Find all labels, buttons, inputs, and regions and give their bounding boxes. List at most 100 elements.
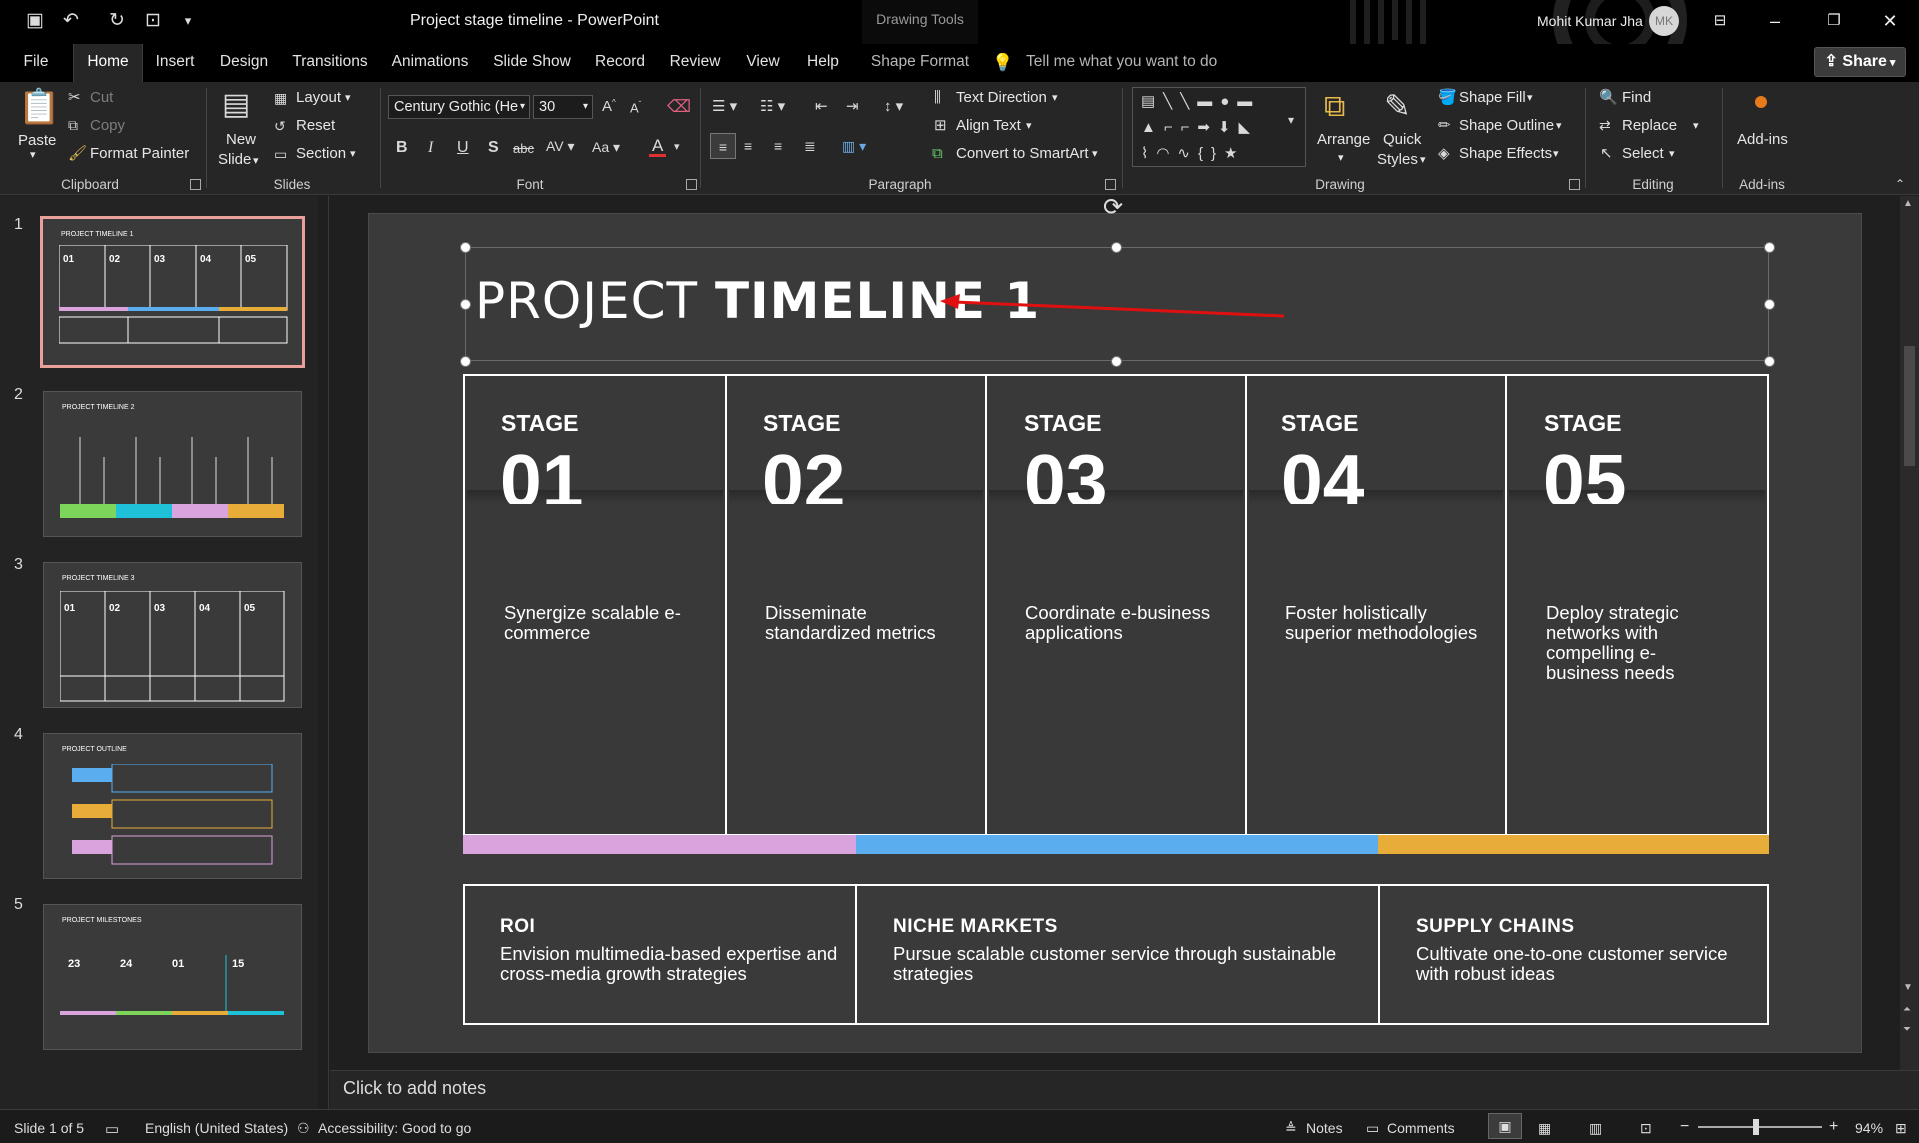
quick-styles-label-1[interactable]: Quick — [1383, 131, 1421, 148]
replace-dropdown-icon[interactable]: ▾ — [1693, 119, 1699, 132]
section-button[interactable]: Section — [296, 145, 346, 162]
tab-help[interactable]: Help — [798, 44, 848, 82]
tab-animations[interactable]: Animations — [384, 44, 476, 82]
tab-transitions[interactable]: Transitions — [288, 44, 372, 82]
reset-button[interactable]: Reset — [296, 117, 335, 134]
tab-record[interactable]: Record — [590, 44, 650, 82]
paste-dropdown-icon[interactable]: ▾ — [30, 148, 36, 161]
shapes-row-1-icon[interactable]: ▤╲╲▬●▬ — [1141, 94, 1260, 109]
slide-thumbnail-4[interactable]: PROJECT OUTLINE — [43, 733, 302, 879]
zoom-in-icon[interactable]: + — [1829, 1118, 1838, 1136]
normal-view-icon[interactable]: ▣ — [1488, 1113, 1522, 1139]
zoom-slider-thumb[interactable] — [1753, 1119, 1759, 1135]
text-shadow-icon[interactable]: S — [488, 140, 499, 156]
comments-button[interactable]: Comments — [1387, 1120, 1455, 1136]
change-case-icon[interactable]: Aa ▾ — [592, 140, 620, 154]
redo-icon[interactable]: ↻ — [104, 8, 130, 34]
slide-sorter-icon[interactable]: ▦ — [1538, 1120, 1551, 1137]
shape-fill-button[interactable]: Shape Fill — [1459, 89, 1526, 106]
tab-file[interactable]: File — [12, 44, 60, 82]
ribbon-display-icon[interactable]: ⊟ — [1700, 6, 1740, 36]
previous-slide-icon[interactable]: ⏶ — [1903, 1004, 1911, 1015]
resize-handle-top[interactable] — [1111, 242, 1122, 253]
new-slide-label-1[interactable]: New — [226, 131, 256, 148]
clear-formatting-icon[interactable]: ⌫ — [667, 98, 691, 115]
resize-handle-bottom-right[interactable] — [1764, 356, 1775, 367]
present-icon[interactable]: ⊡ — [140, 8, 166, 34]
decrease-indent-icon[interactable]: ⇤ — [815, 99, 828, 114]
cut-button[interactable]: Cut — [90, 89, 113, 106]
minimize-icon[interactable]: – — [1755, 6, 1795, 36]
align-right-icon[interactable]: ≡ — [774, 139, 782, 153]
font-color-icon[interactable]: A — [649, 137, 667, 157]
resize-handle-top-left[interactable] — [460, 242, 471, 253]
increase-indent-icon[interactable]: ⇥ — [846, 99, 859, 114]
layout-dropdown-icon[interactable]: ▾ — [345, 91, 351, 104]
quick-styles-label-2[interactable]: Styles — [1377, 151, 1418, 168]
tab-review[interactable]: Review — [663, 44, 727, 82]
layout-button[interactable]: Layout — [296, 89, 341, 106]
tab-shape-format[interactable]: Shape Format — [862, 44, 978, 82]
bullets-icon[interactable]: ☰ ▾ — [712, 99, 737, 114]
justify-icon[interactable]: ≣ — [804, 139, 816, 153]
arrange-icon[interactable]: ⧉ — [1324, 92, 1345, 122]
shapes-row-3-icon[interactable]: ⌇◠∿{}★ — [1141, 146, 1245, 161]
convert-smartart-dropdown-icon[interactable]: ▾ — [1092, 147, 1098, 160]
underline-icon[interactable]: U — [457, 140, 469, 156]
resize-handle-bottom-left[interactable] — [460, 356, 471, 367]
columns-icon[interactable]: ▥ ▾ — [842, 139, 866, 153]
new-slide-icon[interactable]: ▤ — [222, 90, 250, 120]
font-launcher-icon[interactable] — [686, 179, 697, 190]
shrink-font-icon[interactable]: Aˇ — [630, 101, 641, 115]
zoom-slider[interactable] — [1698, 1126, 1822, 1128]
select-dropdown-icon[interactable]: ▾ — [1669, 147, 1675, 160]
italic-icon[interactable]: I — [428, 140, 433, 156]
select-button[interactable]: Select — [1622, 145, 1664, 162]
notes-button[interactable]: Notes — [1306, 1120, 1343, 1136]
find-button[interactable]: Find — [1622, 89, 1651, 106]
shape-effects-dropdown-icon[interactable]: ▾ — [1553, 147, 1559, 160]
font-name-combobox[interactable]: Century Gothic (He ▾ — [388, 95, 530, 119]
font-size-combobox[interactable]: 30 ▾ — [533, 95, 593, 119]
tab-design[interactable]: Design — [213, 44, 275, 82]
language-indicator[interactable]: English (United States) — [145, 1120, 288, 1136]
reading-view-icon[interactable]: ▥ — [1589, 1120, 1602, 1137]
strikethrough-icon[interactable]: abc — [513, 142, 534, 155]
align-text-dropdown-icon[interactable]: ▾ — [1026, 119, 1032, 132]
zoom-level[interactable]: 94% — [1855, 1120, 1883, 1136]
arrange-dropdown-icon[interactable]: ▾ — [1338, 151, 1344, 164]
user-name[interactable]: Mohit Kumar Jha — [1537, 13, 1643, 29]
next-slide-icon[interactable]: ⏷ — [1903, 1024, 1911, 1035]
scroll-down-icon[interactable]: ▼ — [1903, 982, 1913, 993]
slide-thumbnail-3[interactable]: PROJECT TIMELINE 3 01 02 03 04 05 — [43, 562, 302, 708]
close-icon[interactable]: ✕ — [1870, 6, 1910, 36]
slide-thumbnail-1[interactable]: PROJECT TIMELINE 1 01 02 03 04 05 — [40, 216, 305, 368]
numbering-icon[interactable]: ☷ ▾ — [760, 99, 785, 114]
fit-slide-icon[interactable]: ⊞ — [1895, 1120, 1907, 1137]
resize-handle-bottom[interactable] — [1111, 356, 1122, 367]
shapes-more-icon[interactable]: ▾ — [1288, 114, 1294, 126]
format-painter-button[interactable]: Format Painter — [90, 145, 189, 162]
collapse-ribbon-icon[interactable]: ⌃ — [1895, 178, 1905, 190]
shapes-row-2-icon[interactable]: ▲⌐⌐➡⬇◣ — [1141, 120, 1258, 135]
shape-effects-button[interactable]: Shape Effects — [1459, 145, 1552, 162]
bold-icon[interactable]: B — [396, 140, 408, 156]
shape-outline-button[interactable]: Shape Outline — [1459, 117, 1554, 134]
tell-me-search[interactable]: Tell me what you want to do — [1026, 44, 1217, 82]
replace-button[interactable]: Replace — [1622, 117, 1677, 134]
drawing-launcher-icon[interactable] — [1569, 179, 1580, 190]
grow-font-icon[interactable]: A^ — [602, 99, 616, 115]
quick-styles-icon[interactable]: ✎ — [1384, 90, 1411, 122]
zoom-out-icon[interactable]: − — [1680, 1118, 1689, 1136]
text-direction-button[interactable]: Text Direction — [956, 89, 1047, 106]
tab-view[interactable]: View — [740, 44, 786, 82]
arrange-button[interactable]: Arrange — [1317, 131, 1370, 148]
shapes-gallery[interactable]: ▤╲╲▬●▬ ▲⌐⌐➡⬇◣ ⌇◠∿{}★ — [1132, 87, 1306, 167]
resize-handle-left[interactable] — [460, 299, 471, 310]
share-button[interactable]: ⇪ Share ▾ — [1814, 47, 1906, 77]
shape-fill-dropdown-icon[interactable]: ▾ — [1527, 91, 1533, 104]
pane-separator[interactable] — [328, 196, 329, 1109]
add-ins-icon[interactable] — [1755, 96, 1767, 108]
new-slide-label-2[interactable]: Slide — [218, 151, 251, 168]
copy-button[interactable]: Copy — [90, 117, 125, 134]
